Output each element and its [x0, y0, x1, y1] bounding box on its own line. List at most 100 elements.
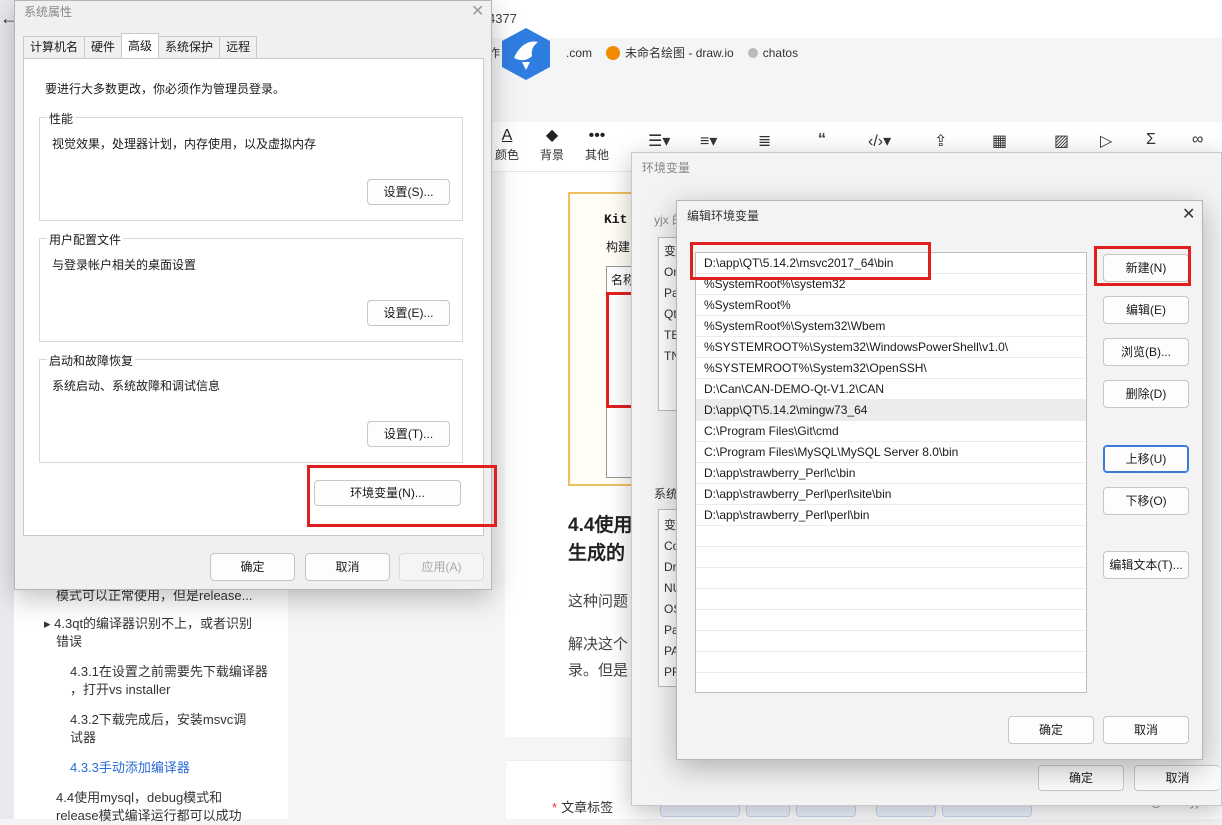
tab-system-protection[interactable]: 系统保护: [158, 36, 221, 58]
outline-item[interactable]: 错误: [56, 633, 82, 651]
user-profiles-group: 用户配置文件 与登录帐户相关的桌面设置 设置(E)...: [39, 231, 463, 342]
tab-panel: 要进行大多数更改，你必须作为管理员登录。 性能 视觉效果，处理器计划，内存使用，…: [23, 58, 497, 536]
close-icon[interactable]: ✕: [1182, 204, 1195, 224]
move-down-button[interactable]: 下移(O): [1103, 487, 1189, 515]
table-icon[interactable]: ▦: [992, 131, 1007, 151]
outline-item[interactable]: 4.4使用mysql，debug模式和: [56, 789, 222, 807]
formula-icon[interactable]: Σ: [1146, 131, 1156, 149]
list-icon[interactable]: ☰▾: [648, 131, 670, 151]
path-row[interactable]: %SYSTEMROOT%\System32\OpenSSH\: [696, 358, 1086, 379]
empty-row[interactable]: [696, 610, 1086, 631]
performance-group: 性能 视觉效果，处理器计划，内存使用，以及虚拟内存 设置(S)...: [39, 110, 463, 221]
bird-logo-icon: [502, 28, 550, 80]
quote-icon[interactable]: “: [818, 131, 826, 149]
paint-bucket-icon: ◆: [545, 127, 559, 144]
article-heading: 4.4使用 生成的: [568, 515, 633, 564]
tab-remote[interactable]: 远程: [219, 36, 258, 58]
empty-row[interactable]: [696, 589, 1086, 610]
startup-recovery-settings-button[interactable]: 设置(T)...: [367, 421, 450, 447]
dialog-title: 系统属性: [24, 5, 73, 19]
path-row[interactable]: D:\app\strawberry_Perl\perl\bin: [696, 505, 1086, 526]
sys-vars-label: 系统: [654, 487, 679, 501]
env-cancel-button[interactable]: 取消: [1134, 765, 1220, 791]
indent-icon[interactable]: ≣: [758, 131, 771, 151]
list-item[interactable]: Dr: [664, 560, 677, 574]
group-desc: 系统启动、系统故障和调试信息: [52, 379, 221, 393]
empty-row[interactable]: [696, 673, 1086, 692]
browse-button[interactable]: 浏览(B)...: [1103, 338, 1189, 366]
cancel-button[interactable]: 取消: [1103, 716, 1189, 744]
path-list[interactable]: D:\app\QT\5.14.2\msvc2017_64\bin %System…: [695, 252, 1087, 693]
empty-row[interactable]: [696, 547, 1086, 568]
outline-item-active[interactable]: 4.3.3手动添加编译器: [70, 759, 190, 777]
empty-row[interactable]: [696, 631, 1086, 652]
bookmark-chatos[interactable]: chatos: [747, 46, 798, 60]
delete-button[interactable]: 删除(D): [1103, 380, 1189, 408]
group-desc: 视觉效果，处理器计划，内存使用，以及虚拟内存: [52, 137, 317, 151]
ok-button[interactable]: 确定: [210, 553, 295, 581]
path-row[interactable]: D:\app\strawberry_Perl\c\bin: [696, 463, 1086, 484]
font-color-button[interactable]: A 颜色: [490, 126, 524, 163]
outline-item[interactable]: ，打开vs installer: [70, 681, 170, 699]
env-ok-button[interactable]: 确定: [1038, 765, 1124, 791]
list-item[interactable]: 变: [664, 516, 676, 533]
bookmark-drawio[interactable]: 未命名绘图 - draw.io: [606, 44, 734, 61]
build-text: 构建: [606, 240, 631, 254]
more-button[interactable]: ••• 其他: [580, 126, 614, 163]
background-button[interactable]: ◆ 背景: [535, 126, 569, 163]
bookmark-com[interactable]: .com: [566, 46, 592, 60]
path-row[interactable]: C:\Program Files\MySQL\MySQL Server 8.0\…: [696, 442, 1086, 463]
path-row[interactable]: D:\app\QT\5.14.2\msvc2017_64\bin: [696, 253, 1086, 274]
link-icon[interactable]: ∞: [1192, 131, 1203, 149]
environment-variables-button[interactable]: 环境变量(N)...: [314, 480, 461, 506]
article-paragraph: 这种问题: [568, 593, 629, 610]
outline-item[interactable]: 4.3.2下载完成后，安装msvc调: [70, 711, 246, 729]
ok-button[interactable]: 确定: [1008, 716, 1094, 744]
video-icon[interactable]: ▷: [1100, 131, 1112, 151]
list-item[interactable]: Qt: [664, 307, 677, 321]
path-row[interactable]: %SYSTEMROOT%\System32\WindowsPowerShell\…: [696, 337, 1086, 358]
tab-hardware[interactable]: 硬件: [84, 36, 123, 58]
cancel-button[interactable]: 取消: [305, 553, 390, 581]
upload-icon[interactable]: ⇪: [934, 131, 947, 151]
kit-text: Kit: [604, 212, 628, 227]
more-icon: •••: [588, 127, 606, 144]
font-color-icon: A: [501, 127, 513, 144]
user-profiles-settings-button[interactable]: 设置(E)...: [367, 300, 450, 326]
edit-text-button[interactable]: 编辑文本(T)...: [1103, 551, 1189, 579]
image-icon[interactable]: ▨: [1054, 131, 1069, 151]
path-row[interactable]: D:\app\strawberry_Perl\perl\site\bin: [696, 484, 1086, 505]
tag-label: * 文章标签: [552, 800, 614, 815]
outline-item[interactable]: 试器: [70, 729, 96, 747]
edit-env-var-dialog: 编辑环境变量 ✕ D:\app\QT\5.14.2\msvc2017_64\bi…: [676, 200, 1203, 760]
empty-row[interactable]: [696, 526, 1086, 547]
apply-button[interactable]: 应用(A): [399, 553, 484, 581]
path-row[interactable]: %SystemRoot%\System32\Wbem: [696, 316, 1086, 337]
path-row[interactable]: C:\Program Files\Git\cmd: [696, 421, 1086, 442]
tab-computer-name[interactable]: 计算机名: [23, 36, 86, 58]
drawio-icon: [606, 45, 621, 60]
code-icon[interactable]: ‹/›▾: [868, 131, 891, 151]
path-row[interactable]: %SystemRoot%\system32: [696, 274, 1086, 295]
edit-button[interactable]: 编辑(E): [1103, 296, 1189, 324]
outline-item[interactable]: ▸ 4.3qt的编译器识别不上，或者识别: [44, 615, 252, 633]
empty-row[interactable]: [696, 652, 1086, 673]
group-title: 性能: [47, 110, 76, 127]
dialog-title: 编辑环境变量: [687, 209, 760, 223]
path-row[interactable]: D:\Can\CAN-DEMO-Qt-V1.2\CAN: [696, 379, 1086, 400]
group-desc: 与登录帐户相关的桌面设置: [52, 258, 197, 272]
tab-advanced[interactable]: 高级: [121, 33, 160, 58]
new-button[interactable]: 新建(N): [1103, 254, 1189, 282]
path-row[interactable]: %SystemRoot%: [696, 295, 1086, 316]
outline-item[interactable]: release模式编译运行都可以成功: [56, 807, 242, 825]
empty-row[interactable]: [696, 568, 1086, 589]
move-up-button[interactable]: 上移(U): [1103, 445, 1189, 473]
list-item[interactable]: 变: [664, 242, 676, 259]
performance-settings-button[interactable]: 设置(S)...: [367, 179, 450, 205]
outline-item[interactable]: 4.3.1在设置之前需要先下载编译器: [70, 663, 268, 681]
address-text[interactable]: 4377: [488, 11, 517, 26]
system-properties-dialog: 系统属性 ✕ 计算机名 硬件 高级 系统保护 远程 要进行大多数更改，你必须作为…: [14, 0, 497, 590]
align-icon[interactable]: ≡▾: [700, 131, 717, 151]
path-row-selected[interactable]: D:\app\QT\5.14.2\mingw73_64: [696, 400, 1086, 421]
close-icon[interactable]: ✕: [471, 1, 484, 21]
